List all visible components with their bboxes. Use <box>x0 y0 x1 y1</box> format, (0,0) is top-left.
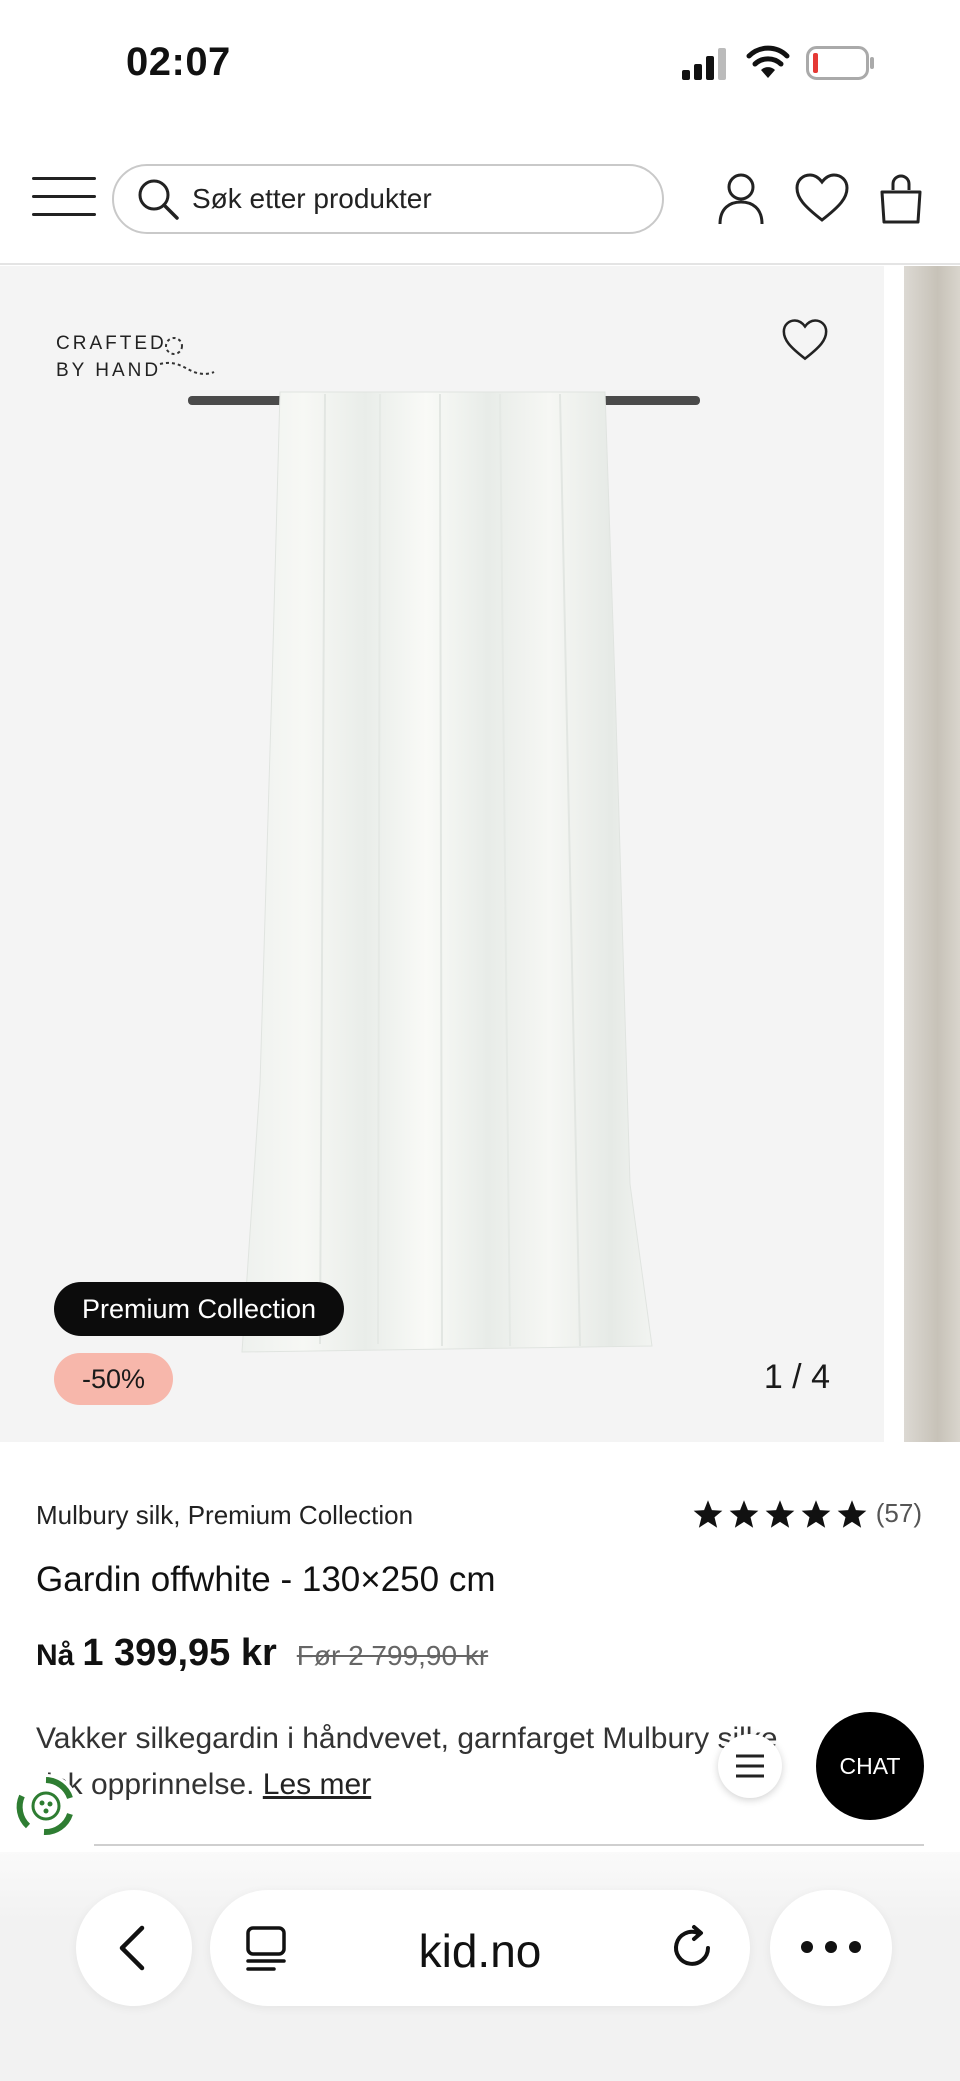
wishlist-heart-icon[interactable] <box>794 172 850 224</box>
account-icon[interactable] <box>716 172 766 226</box>
price-current: 1 399,95 kr <box>82 1632 277 1674</box>
status-time: 02:07 <box>126 40 231 84</box>
menu-line <box>32 177 96 180</box>
crafted-by-hand-badge: CRAFTED BY HAND <box>56 330 167 384</box>
crafted-needle-icon <box>159 337 215 375</box>
recycle-icon <box>16 1777 73 1835</box>
cellular-signal-icon <box>682 48 726 80</box>
shopping-bag-icon[interactable] <box>878 172 924 226</box>
more-dots-icon <box>801 1941 861 1953</box>
product-description: Vakker silkegardin i håndvevet, garnfarg… <box>36 1716 916 1808</box>
star-icon <box>729 1499 759 1528</box>
search-bar[interactable] <box>112 164 664 234</box>
product-brand[interactable]: Mulbury silk, Premium Collection <box>36 1500 413 1531</box>
search-icon <box>138 179 179 220</box>
hamburger-menu-button[interactable] <box>32 177 96 221</box>
star-icon <box>693 1499 723 1528</box>
rating-count: (57) <box>875 1498 922 1528</box>
star-icon <box>837 1499 867 1528</box>
product-gallery[interactable]: CRAFTED BY HAND Premium Collection -50% … <box>0 266 960 1442</box>
address-bar[interactable]: kid.no <box>210 1890 750 2006</box>
crafted-badge-line2: BY HAND <box>56 360 162 381</box>
reload-icon[interactable] <box>668 1924 716 1972</box>
browser-back-button[interactable] <box>76 1890 192 2006</box>
discount-badge: -50% <box>54 1353 174 1405</box>
product-image-slide[interactable]: CRAFTED BY HAND Premium Collection -50% … <box>0 266 884 1442</box>
search-input[interactable] <box>192 183 632 215</box>
description-line-1: Vakker silkegardin i håndvevet, garnfarg… <box>36 1722 778 1755</box>
product-rating[interactable]: (57) <box>692 1498 922 1529</box>
battery-icon <box>806 46 874 80</box>
star-icon <box>765 1499 795 1528</box>
next-image-peek[interactable] <box>904 266 960 1442</box>
image-counter: 1 / 4 <box>763 1358 830 1396</box>
status-bar: 02:07 <box>0 0 960 130</box>
menu-line <box>32 213 96 216</box>
menu-line <box>32 195 96 198</box>
price-prefix: Nå <box>36 1639 75 1672</box>
rating-stars <box>692 1499 868 1529</box>
site-header <box>0 150 960 265</box>
product-title: Gardin offwhite - 130×250 cm <box>36 1560 496 1599</box>
favorite-heart-icon[interactable] <box>780 318 830 362</box>
list-menu-icon <box>736 1754 764 1778</box>
browser-more-button[interactable] <box>770 1890 892 2006</box>
crafted-badge-line1: CRAFTED <box>56 333 167 354</box>
chevron-left-icon <box>119 1925 145 1971</box>
section-divider <box>94 1844 924 1846</box>
chat-button[interactable]: CHAT <box>816 1712 924 1820</box>
price-before: Før 2 799,90 kr <box>296 1640 489 1671</box>
floating-menu-button[interactable] <box>718 1734 782 1798</box>
curtain-product-image <box>188 391 700 1353</box>
star-icon <box>801 1499 831 1528</box>
wifi-icon <box>746 45 790 78</box>
premium-collection-badge: Premium Collection <box>54 1282 345 1336</box>
description-line-2: isk opprinnelse. Les mer <box>36 1762 916 1808</box>
product-price: Nå 1 399,95 kr Før 2 799,90 kr <box>36 1632 488 1675</box>
eco-badge[interactable] <box>14 1774 78 1838</box>
read-more-link[interactable]: Les mer <box>263 1768 371 1801</box>
browser-toolbar: kid.no <box>0 1852 960 2081</box>
